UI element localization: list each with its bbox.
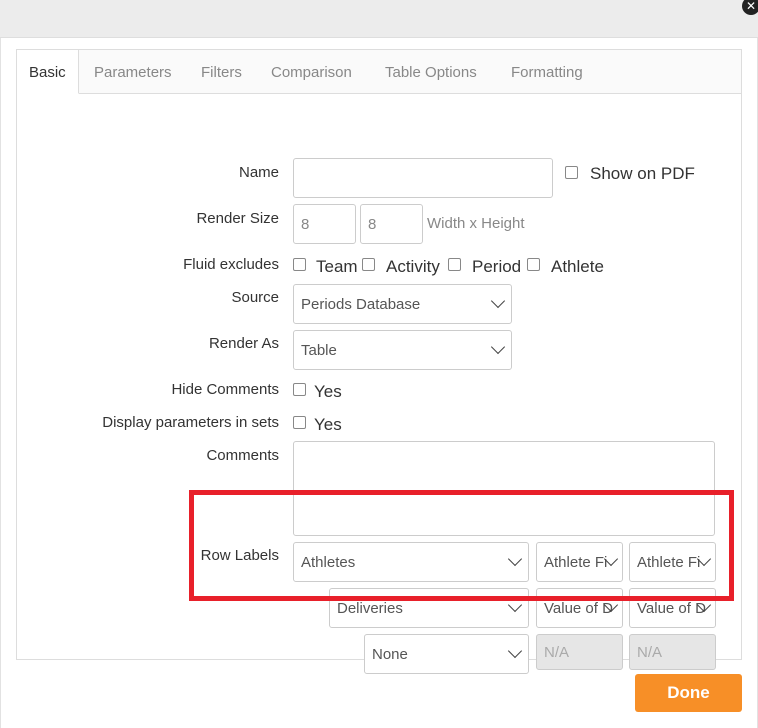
name-input[interactable] — [293, 158, 553, 198]
fluid-period-label: Period — [472, 257, 522, 276]
chevron-down-icon — [490, 293, 506, 309]
tab-parameters[interactable]: Parameters — [94, 50, 172, 94]
show-on-pdf-checkbox[interactable] — [565, 166, 578, 179]
render-as-select[interactable]: Table — [293, 330, 512, 370]
show-on-pdf-label: Show on PDF — [590, 164, 695, 183]
comments-label: Comments — [206, 447, 279, 464]
tab-formatting[interactable]: Formatting — [511, 50, 583, 94]
row-label-2-field-value: Value of D — [544, 600, 613, 617]
tab-bar: Basic Parameters Filters Comparison Tabl… — [17, 49, 741, 94]
fluid-team-label: Team — [316, 257, 358, 276]
source-label: Source — [231, 289, 279, 306]
chevron-down-icon — [507, 643, 523, 659]
source-value: Periods Database — [301, 296, 421, 313]
hide-comments-checkbox[interactable] — [293, 383, 306, 396]
display-params-yes: Yes — [314, 415, 342, 434]
dialog-titlebar: ✕ — [0, 0, 758, 38]
render-as-value: Table — [301, 342, 337, 359]
hide-comments-label: Hide Comments — [171, 381, 279, 398]
fluid-activity-label: Activity — [386, 257, 440, 276]
display-params-label: Display parameters in sets — [102, 414, 279, 431]
row-label-3-field-value: N/A — [544, 644, 570, 661]
row-label-2-display-value: Value of D — [637, 600, 706, 617]
tab-filters[interactable]: Filters — [201, 50, 242, 94]
fluid-team-checkbox[interactable] — [293, 258, 306, 271]
source-select[interactable]: Periods Database — [293, 284, 512, 324]
tab-basic[interactable]: Basic — [17, 49, 79, 94]
fluid-excludes-label: Fluid excludes — [183, 256, 279, 273]
tab-comparison[interactable]: Comparison — [271, 50, 352, 94]
row-label-3-display-value: N/A — [637, 644, 663, 661]
fluid-athlete-checkbox[interactable] — [527, 258, 540, 271]
name-label: Name — [238, 164, 279, 181]
width-input[interactable]: 8 — [293, 204, 356, 244]
fluid-athlete-label: Athlete — [551, 257, 604, 276]
height-input[interactable]: 8 — [360, 204, 423, 244]
chevron-down-icon — [490, 339, 506, 355]
render-size-label: Render Size — [196, 210, 279, 227]
fluid-activity-checkbox[interactable] — [362, 258, 375, 271]
fluid-period-checkbox[interactable] — [448, 258, 461, 271]
render-as-label: Render As — [208, 335, 279, 352]
row-label-3-field-select: N/A — [536, 634, 623, 670]
row-label-3-display-select: N/A — [629, 634, 716, 670]
hide-comments-yes: Yes — [314, 382, 342, 401]
row-label-3-select[interactable]: None — [364, 634, 529, 674]
tab-table-options[interactable]: Table Options — [385, 50, 477, 94]
size-hint: Width x Height — [427, 215, 525, 232]
display-params-checkbox[interactable] — [293, 416, 306, 429]
row-label-3-value: None — [372, 646, 408, 663]
widget-settings-dialog: Basic Parameters Filters Comparison Tabl… — [0, 38, 758, 728]
row-labels-highlight — [189, 490, 734, 601]
row-label-2-value: Deliveries — [337, 600, 403, 617]
done-button[interactable]: Done — [635, 674, 742, 712]
close-icon[interactable]: ✕ — [742, 0, 758, 15]
